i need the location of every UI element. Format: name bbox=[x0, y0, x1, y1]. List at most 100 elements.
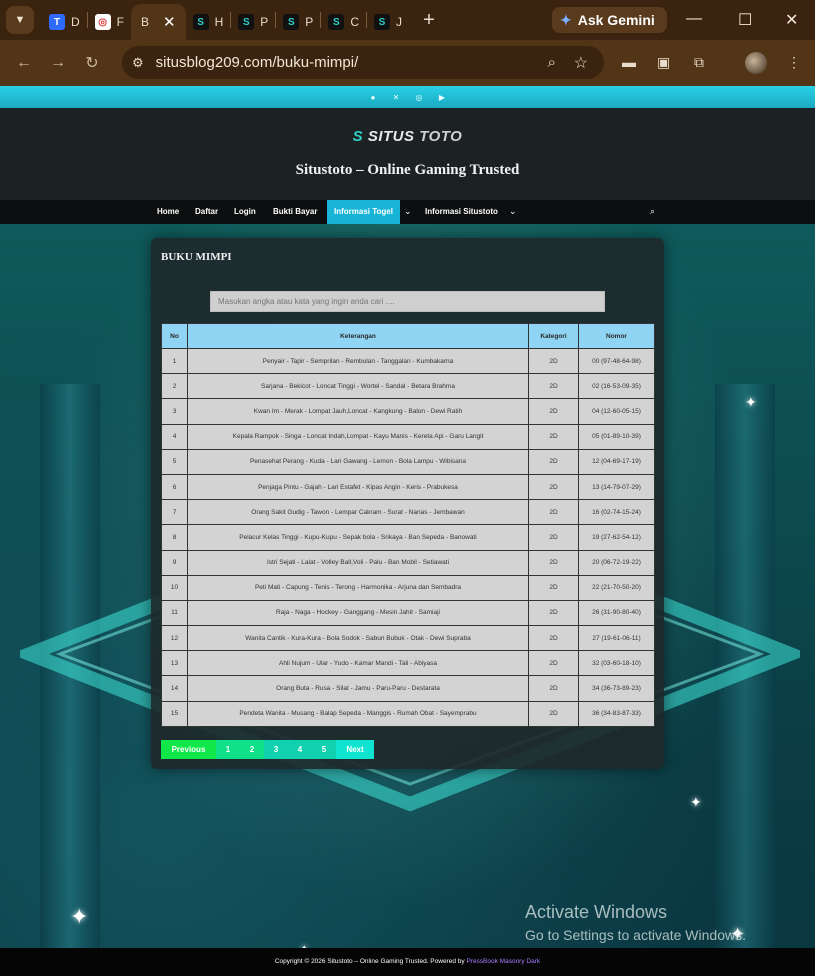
footer-theme-link[interactable]: PressBook Masonry Dark bbox=[466, 958, 540, 965]
site-title[interactable]: Situstoto – Online Gaming Trusted bbox=[0, 162, 815, 179]
back-arrow-icon[interactable]: ← bbox=[14, 54, 34, 72]
cell-keterangan: Kwan Im - Merak - Lompat Jauh,Loncat - K… bbox=[187, 398, 529, 425]
cell-kategori: 2D bbox=[528, 599, 579, 627]
pagination-previous[interactable]: Previous bbox=[161, 740, 216, 759]
browser-tab[interactable]: SJ bbox=[367, 7, 409, 37]
column-header-kategori[interactable]: Kategori bbox=[528, 323, 579, 349]
chevron-down-icon[interactable]: ⌄ bbox=[404, 206, 412, 217]
cell-no: 13 bbox=[161, 650, 188, 677]
browser-tab[interactable]: SP bbox=[276, 7, 320, 37]
tab-strip: ▼ T D ◎ F B ✕ S H S P S P S C S J + ✦ Ask Gemini — ☐ ✕ bbox=[0, 0, 815, 40]
pagination: Previous 1 2 3 4 5 Next bbox=[161, 740, 374, 759]
search-icon[interactable]: ⌕ bbox=[650, 206, 655, 217]
table-header-row: No Keterangan Kategori Nomor bbox=[161, 323, 655, 349]
browser-tab[interactable]: ◎ F bbox=[88, 7, 131, 37]
tab-title: J bbox=[395, 15, 402, 29]
nav-bukti-bayar[interactable]: Bukti Bayar bbox=[273, 200, 317, 224]
x-twitter-icon[interactable]: ✕ bbox=[392, 93, 401, 102]
instagram-icon[interactable]: ◎ bbox=[415, 93, 424, 102]
browser-tab[interactable]: TD bbox=[42, 7, 87, 37]
youtube-icon[interactable]: ▶ bbox=[438, 93, 447, 102]
cell-kategori: 2D bbox=[528, 499, 579, 526]
extensions-puzzle-icon[interactable]: ⧉ bbox=[694, 54, 704, 71]
cell-kategori: 2D bbox=[528, 398, 579, 425]
nav-login[interactable]: Login bbox=[234, 200, 256, 224]
extension-app-icon[interactable]: ▣ bbox=[657, 54, 670, 71]
zoom-icon[interactable]: ⌕ bbox=[548, 54, 556, 71]
chevron-down-icon: ▼ bbox=[14, 14, 26, 26]
reload-icon[interactable]: ↻ bbox=[82, 53, 102, 73]
tab-close-icon[interactable]: ✕ bbox=[163, 13, 176, 31]
pagination-page-5[interactable]: 5 bbox=[312, 740, 336, 759]
table-row: 12 Wanita Cantik - Kura-Kura - Bola Sodok… bbox=[161, 625, 655, 652]
profile-avatar[interactable] bbox=[745, 52, 767, 74]
cell-no: 8 bbox=[161, 524, 188, 551]
cell-keterangan: Orang Buta - Rusa - Silat - Jamu - Paru-… bbox=[187, 675, 529, 702]
cell-no: 11 bbox=[161, 599, 188, 627]
nav-daftar[interactable]: Daftar bbox=[195, 200, 218, 224]
cell-kategori: 2D bbox=[528, 448, 579, 475]
cell-keterangan: Sarjana - Bekicot - Loncat Tinggi - Wort… bbox=[187, 373, 529, 400]
browser-tab[interactable]: SP bbox=[231, 7, 275, 37]
tab-search-button[interactable]: ▼ bbox=[6, 6, 34, 34]
chevron-down-icon[interactable]: ⌄ bbox=[509, 206, 517, 217]
column-header-no[interactable]: No bbox=[161, 323, 188, 349]
table-row: 6 Penjaga Pintu - Gajah - Lari Estafet - … bbox=[161, 473, 655, 501]
tab-favicon-icon: T bbox=[49, 14, 65, 30]
cell-keterangan: Peti Mati - Capung - Tenis - Terong - Ha… bbox=[187, 574, 529, 601]
close-window-icon[interactable]: ✕ bbox=[785, 10, 798, 30]
gemini-star-icon: ✦ bbox=[560, 11, 572, 28]
pagination-page-2[interactable]: 2 bbox=[240, 740, 264, 759]
site-header: S SITUS TOTO Situstoto – Online Gaming T… bbox=[0, 108, 815, 200]
logo-word-situs: SITUS bbox=[367, 128, 415, 145]
pagination-page-3[interactable]: 3 bbox=[264, 740, 288, 759]
menu-kebab-icon[interactable]: ⋮ bbox=[787, 54, 801, 71]
cell-kategori: 2D bbox=[528, 373, 579, 400]
nav-informasi-togel[interactable]: Informasi Togel bbox=[327, 200, 400, 224]
search-input[interactable] bbox=[210, 291, 605, 312]
cell-nomor: 36 (34-83-87-33) bbox=[578, 700, 655, 727]
cell-nomor: 27 (19-61-06-11) bbox=[578, 625, 655, 652]
nav-home[interactable]: Home bbox=[157, 200, 179, 224]
browser-tab[interactable]: SH bbox=[186, 7, 231, 37]
main-nav: Home Daftar Login Bukti Bayar Informasi … bbox=[0, 200, 815, 224]
cell-kategori: 2D bbox=[528, 574, 579, 601]
pagination-page-1[interactable]: 1 bbox=[216, 740, 240, 759]
cell-kategori: 2D bbox=[528, 625, 579, 652]
site-info-icon[interactable]: ⚙ bbox=[132, 55, 144, 71]
nav-informasi-situstoto[interactable]: Informasi Situstoto bbox=[425, 200, 498, 224]
browser-tab[interactable]: SC bbox=[321, 7, 366, 37]
pagination-page-4[interactable]: 4 bbox=[288, 740, 312, 759]
tab-title: B bbox=[141, 15, 150, 29]
forward-arrow-icon[interactable]: → bbox=[48, 54, 68, 72]
cell-nomor: 04 (12-60-05-15) bbox=[578, 398, 655, 425]
ask-gemini-button[interactable]: ✦ Ask Gemini bbox=[552, 7, 667, 33]
pagination-next[interactable]: Next bbox=[336, 740, 374, 759]
column-header-nomor[interactable]: Nomor bbox=[578, 323, 655, 349]
cell-keterangan: Penjaga Pintu - Gajah - Lari Estafet - K… bbox=[187, 473, 529, 501]
cell-no: 12 bbox=[161, 625, 188, 652]
maximize-icon[interactable]: ☐ bbox=[738, 10, 752, 30]
site-logo[interactable]: S SITUS TOTO bbox=[0, 128, 815, 145]
cell-kategori: 2D bbox=[528, 700, 579, 727]
cell-nomor: 22 (21-70-50-20) bbox=[578, 574, 655, 601]
password-icon[interactable]: ▬ bbox=[622, 54, 636, 70]
facebook-icon[interactable]: ● bbox=[369, 93, 378, 102]
watermark-line-2: Go to Settings to activate Windows. bbox=[525, 927, 746, 943]
logo-s-icon: S bbox=[352, 128, 364, 145]
omnibox[interactable]: ⚙ situsblog209.com/buku-mimpi/ ⌕ ☆ bbox=[122, 46, 604, 79]
bookmark-star-icon[interactable]: ☆ bbox=[574, 53, 588, 73]
table-row: 3 Kwan Im - Merak - Lompat Jauh,Loncat - … bbox=[161, 398, 655, 425]
tab-title: P bbox=[260, 15, 269, 29]
table-row: 1 Penyair - Tapir - Semprilan - Rembulan … bbox=[161, 347, 655, 375]
browser-tab[interactable]: B ✕ bbox=[131, 4, 186, 40]
column-header-keterangan[interactable]: Keterangan bbox=[187, 323, 529, 349]
cell-no: 3 bbox=[161, 398, 188, 425]
new-tab-button[interactable]: + bbox=[417, 9, 441, 32]
minimize-icon[interactable]: — bbox=[686, 10, 702, 28]
url-text[interactable]: situsblog209.com/buku-mimpi/ bbox=[156, 54, 359, 71]
cell-keterangan: Pendeta Wanita - Musang - Balap Sepeda -… bbox=[187, 700, 529, 727]
cell-keterangan: Pelacur Kelas Tinggi - Kupu-Kupu - Sepak… bbox=[187, 524, 529, 551]
cell-no: 14 bbox=[161, 675, 188, 702]
tab-favicon-icon: S bbox=[238, 14, 255, 30]
